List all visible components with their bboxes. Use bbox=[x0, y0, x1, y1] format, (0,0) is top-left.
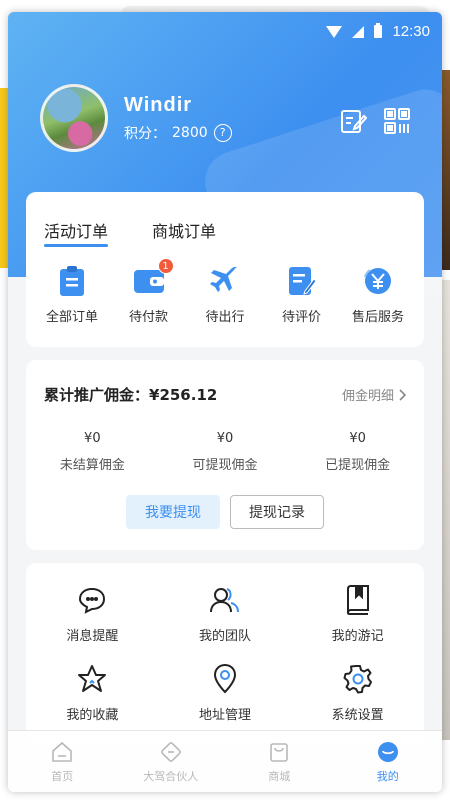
location-icon bbox=[213, 664, 236, 694]
edit-profile-button[interactable] bbox=[338, 106, 368, 136]
order-item-label: 待付款 bbox=[128, 310, 168, 325]
stat-withdrawn: ¥0 已提现佣金 bbox=[325, 431, 390, 473]
phone-screen: 12:30 Windir 积分： 2800 ? 活动订单 商城订单 全部订单 1… bbox=[8, 12, 442, 792]
stat-value: ¥0 bbox=[84, 431, 101, 446]
tab-mine[interactable]: 我的 bbox=[348, 740, 428, 784]
points-row: 积分： 2800 ? bbox=[124, 123, 232, 143]
order-item-pending-payment[interactable]: 1 待付款 bbox=[113, 258, 185, 325]
clipboard-icon bbox=[60, 266, 84, 296]
tab-label: 商城 bbox=[268, 769, 291, 783]
service-label: 我的游记 bbox=[331, 629, 384, 644]
commission-detail-label: 佣金明细 bbox=[341, 389, 394, 404]
order-item-pending-trip[interactable]: 待出行 bbox=[189, 264, 261, 325]
order-item-all[interactable]: 全部订单 bbox=[36, 264, 108, 325]
service-team[interactable]: 我的团队 bbox=[159, 585, 292, 644]
status-bar: 12:30 bbox=[8, 12, 442, 52]
commission-detail-link[interactable]: 佣金明细 bbox=[342, 385, 406, 404]
stat-label: 可提现佣金 bbox=[192, 458, 258, 473]
partner-icon bbox=[160, 741, 181, 762]
tab-activity-orders[interactable]: 活动订单 bbox=[44, 218, 109, 247]
commission-total: 累计推广佣金：¥256.12 bbox=[44, 386, 218, 404]
tab-partner[interactable]: 大驾合伙人 bbox=[131, 740, 211, 784]
yuan-service-icon bbox=[364, 268, 391, 294]
tab-home[interactable]: 首页 bbox=[22, 740, 102, 784]
withdraw-button[interactable]: 我要提现 bbox=[126, 495, 220, 529]
points-value: 2800 bbox=[172, 124, 208, 141]
order-item-after-sales[interactable]: 售后服务 bbox=[342, 264, 414, 325]
signal-icon bbox=[352, 25, 365, 38]
service-label: 地址管理 bbox=[198, 708, 251, 723]
order-item-label: 全部订单 bbox=[45, 310, 98, 325]
order-item-label: 售后服务 bbox=[351, 310, 404, 325]
service-label: 消息提醒 bbox=[66, 629, 119, 644]
service-messages[interactable]: 消息提醒 bbox=[26, 585, 159, 644]
order-tabs: 活动订单 商城订单 bbox=[26, 192, 424, 247]
points-label: 积分： bbox=[124, 125, 166, 142]
tab-label: 大驾合伙人 bbox=[143, 769, 199, 783]
tab-label: 首页 bbox=[51, 769, 74, 783]
team-icon bbox=[209, 588, 239, 613]
wifi-icon bbox=[326, 25, 343, 38]
badge-count: 1 bbox=[157, 258, 174, 274]
stat-label: 未结算佣金 bbox=[59, 458, 125, 473]
shop-icon bbox=[270, 742, 289, 762]
travel-book-icon bbox=[346, 585, 369, 615]
star-icon bbox=[78, 665, 107, 692]
service-favorites[interactable]: 我的收藏 bbox=[26, 664, 159, 723]
chevron-right-icon bbox=[399, 388, 406, 401]
tab-shop[interactable]: 商城 bbox=[239, 740, 319, 784]
home-icon bbox=[52, 741, 73, 762]
orders-card: 活动订单 商城订单 全部订单 1 待付款 待出行 待评价 售后服务 bbox=[26, 192, 424, 347]
avatar[interactable] bbox=[40, 84, 108, 152]
stat-value: ¥0 bbox=[216, 431, 234, 446]
tab-mall-orders[interactable]: 商城订单 bbox=[152, 218, 216, 242]
stat-value: ¥0 bbox=[349, 431, 366, 446]
message-icon bbox=[79, 587, 106, 614]
service-label: 系统设置 bbox=[331, 708, 384, 723]
airplane-icon bbox=[210, 266, 238, 292]
order-item-label: 待出行 bbox=[205, 310, 245, 325]
service-label: 我的团队 bbox=[198, 629, 251, 644]
settings-icon bbox=[343, 665, 372, 694]
stat-label: 已提现佣金 bbox=[325, 458, 391, 473]
qr-code-icon bbox=[384, 108, 410, 134]
profile-summary: Windir 积分： 2800 ? bbox=[40, 84, 232, 152]
service-settings[interactable]: 系统设置 bbox=[291, 664, 424, 723]
withdraw-records-button[interactable]: 提现记录 bbox=[230, 495, 324, 529]
battery-icon bbox=[374, 23, 383, 38]
edit-icon bbox=[341, 110, 367, 133]
order-item-label: 待评价 bbox=[281, 310, 321, 325]
service-travel-notes[interactable]: 我的游记 bbox=[291, 585, 424, 644]
tab-label: 我的 bbox=[376, 769, 399, 783]
qr-code-button[interactable] bbox=[382, 106, 412, 136]
service-label: 我的收藏 bbox=[66, 708, 119, 723]
edit-document-icon bbox=[288, 267, 317, 295]
status-time: 12:30 bbox=[392, 23, 430, 40]
username: Windir bbox=[124, 93, 193, 116]
order-item-pending-review[interactable]: 待评价 bbox=[266, 264, 338, 325]
bottom-tab-bar: 首页 大驾合伙人 商城 我的 bbox=[8, 730, 442, 792]
stat-unsettled: ¥0 未结算佣金 bbox=[60, 431, 125, 473]
help-icon[interactable]: ? bbox=[213, 123, 232, 142]
profile-icon bbox=[377, 741, 398, 762]
commission-card: 累计推广佣金：¥256.12 佣金明细 ¥0 未结算佣金 ¥0 可提现佣金 ¥0… bbox=[26, 360, 424, 550]
services-card: 消息提醒 我的团队 我的游记 我的收藏 地址管理 系统设置 bbox=[26, 563, 424, 743]
stat-withdrawable: ¥0 可提现佣金 bbox=[192, 431, 257, 473]
service-address[interactable]: 地址管理 bbox=[159, 664, 292, 723]
